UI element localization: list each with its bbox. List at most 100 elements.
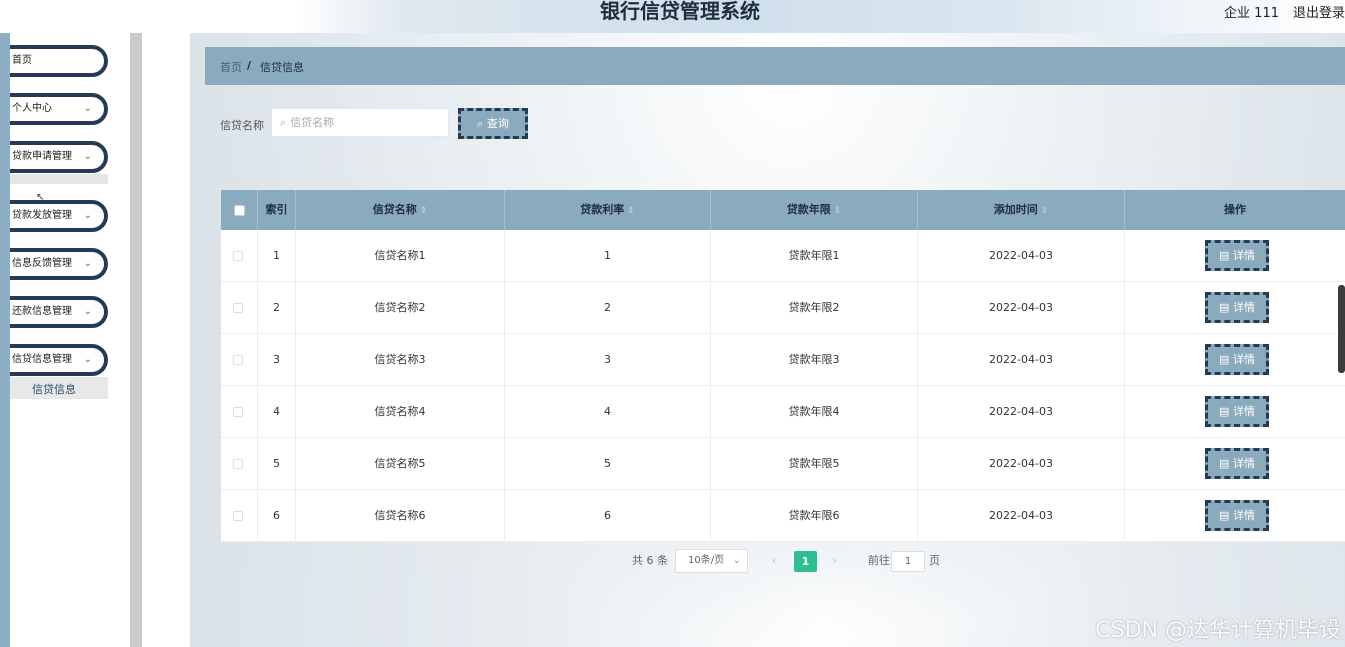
sidebar-divider: [130, 33, 142, 647]
search-placeholder: 信贷名称: [290, 116, 335, 129]
sidebar-item-home[interactable]: 首页: [0, 45, 108, 77]
cell-name: 信贷名称6: [296, 490, 505, 542]
detail-button[interactable]: ▤ 详情: [1205, 500, 1269, 531]
sidebar-item-credit[interactable]: 信贷信息管理 ⌄: [0, 344, 108, 376]
sidebar-item-label: 信贷信息管理: [12, 354, 72, 365]
detail-button[interactable]: ▤ 详情: [1205, 344, 1269, 375]
cell-date: 2022-04-03: [918, 334, 1125, 386]
detail-button[interactable]: ▤ 详情: [1205, 292, 1269, 323]
row-checkbox[interactable]: [233, 459, 243, 469]
col-index: 索引: [258, 190, 296, 230]
document-icon: ▤: [1219, 249, 1230, 262]
logout-link[interactable]: 退出登录: [1293, 2, 1345, 21]
search-button[interactable]: ⌕ 查询: [458, 108, 528, 139]
chevron-down-icon: ⌄: [732, 555, 741, 566]
chevron-down-icon: ⌄: [83, 306, 92, 317]
select-all-cell: [221, 190, 258, 230]
sidebar-item-loan-issue[interactable]: 贷款发放管理 ⌄: [0, 200, 108, 232]
sidebar-item-feedback[interactable]: 信息反馈管理 ⌄: [0, 248, 108, 280]
detail-button[interactable]: ▤ 详情: [1205, 396, 1269, 427]
sidebar-item-label: 首页: [12, 55, 32, 66]
sidebar-item-label: 信息反馈管理: [12, 258, 72, 269]
next-page-icon[interactable]: ›: [832, 551, 836, 571]
sidebar-item-loan-apply[interactable]: 贷款申请管理 ⌄: [0, 141, 108, 173]
sort-icon: ⇕: [1040, 206, 1049, 216]
table-header: 索引 信贷名称 ⇕ 贷款利率 ⇕ 贷款年限 ⇕ 添加时间 ⇕ 操作: [221, 190, 1345, 230]
breadcrumb-current: 信贷信息: [260, 61, 304, 74]
goto-page-input[interactable]: 1: [891, 551, 925, 572]
mouse-cursor-icon: ↖: [36, 192, 45, 203]
row-select-cell: [221, 490, 258, 542]
table-row: 1 信贷名称1 1 贷款年限1 2022-04-03 ▤ 详情: [221, 230, 1345, 282]
row-select-cell: [221, 386, 258, 438]
sidebar-item-label: 还款信息管理: [12, 306, 72, 317]
table-row: 3 信贷名称3 3 贷款年限3 2022-04-03 ▤ 详情: [221, 334, 1345, 386]
row-checkbox[interactable]: [233, 355, 243, 365]
goto-unit: 页: [929, 554, 940, 567]
table-row: 4 信贷名称4 4 贷款年限4 2022-04-03 ▤ 详情: [221, 386, 1345, 438]
cell-rate: 4: [505, 386, 711, 438]
cell-index: 6: [258, 490, 296, 542]
col-rate[interactable]: 贷款利率 ⇕: [505, 190, 711, 230]
chevron-down-icon: ⌄: [83, 210, 92, 221]
cell-date: 2022-04-03: [918, 438, 1125, 490]
search-icon: ⌕: [280, 116, 287, 129]
breadcrumb-separator: /: [247, 59, 252, 72]
row-select-cell: [221, 230, 258, 282]
sort-icon: ⇕: [627, 206, 635, 216]
cell-date: 2022-04-03: [918, 490, 1125, 542]
cell-name: 信贷名称1: [296, 230, 505, 282]
page-size-value: 10条/页: [688, 555, 725, 566]
col-date[interactable]: 添加时间 ⇕: [918, 190, 1125, 230]
cell-rate: 6: [505, 490, 711, 542]
sidebar-item-label: 贷款发放管理: [12, 210, 72, 221]
row-select-cell: [221, 334, 258, 386]
col-term[interactable]: 贷款年限 ⇕: [711, 190, 918, 230]
row-checkbox[interactable]: [233, 407, 243, 417]
sidebar-subitem-credit-info[interactable]: 信贷信息: [0, 377, 108, 399]
cell-term: 贷款年限5: [711, 438, 918, 490]
row-select-cell: [221, 282, 258, 334]
row-checkbox[interactable]: [233, 511, 243, 521]
detail-button[interactable]: ▤ 详情: [1205, 448, 1269, 479]
cell-name: 信贷名称3: [296, 334, 505, 386]
scrollbar-thumb[interactable]: [1338, 285, 1345, 373]
breadcrumb-home[interactable]: 首页: [220, 59, 242, 75]
chevron-down-icon: ⌄: [83, 354, 92, 365]
cell-name: 信贷名称4: [296, 386, 505, 438]
col-name[interactable]: 信贷名称 ⇕: [296, 190, 505, 230]
app-title: 银行信贷管理系统: [600, 0, 760, 23]
cell-term: 贷款年限3: [711, 334, 918, 386]
cell-rate: 2: [505, 282, 711, 334]
select-all-checkbox[interactable]: [234, 205, 245, 216]
document-icon: ▤: [1219, 457, 1230, 470]
cell-rate: 5: [505, 438, 711, 490]
sidebar-item-repayment[interactable]: 还款信息管理 ⌄: [0, 296, 108, 328]
cell-index: 2: [258, 282, 296, 334]
search-input[interactable]: ⌕ 信贷名称: [271, 108, 449, 137]
detail-button[interactable]: ▤ 详情: [1205, 240, 1269, 271]
row-checkbox[interactable]: [233, 303, 243, 313]
user-name: 企业 111: [1224, 6, 1279, 21]
cell-index: 5: [258, 438, 296, 490]
document-icon: ▤: [1219, 353, 1230, 366]
goto-label: 前往: [868, 554, 890, 567]
page-number-current[interactable]: 1: [794, 551, 817, 572]
document-icon: ▤: [1219, 509, 1230, 522]
prev-page-icon[interactable]: ‹: [772, 551, 776, 571]
row-checkbox[interactable]: [233, 251, 243, 261]
cell-index: 4: [258, 386, 296, 438]
cell-index: 1: [258, 230, 296, 282]
row-select-cell: [221, 438, 258, 490]
cell-name: 信贷名称5: [296, 438, 505, 490]
sidebar-item-profile[interactable]: 个人中心 ⌄: [0, 93, 108, 125]
cell-date: 2022-04-03: [918, 386, 1125, 438]
sidebar-edge: [0, 33, 10, 647]
cell-rate: 1: [505, 230, 711, 282]
cell-index: 3: [258, 334, 296, 386]
submenu-divider: [0, 174, 108, 184]
cell-term: 贷款年限6: [711, 490, 918, 542]
page-size-select[interactable]: 10条/页 ⌄: [675, 549, 748, 573]
search-button-label: 查询: [486, 117, 509, 130]
table-row: 6 信贷名称6 6 贷款年限6 2022-04-03 ▤ 详情: [221, 490, 1345, 542]
